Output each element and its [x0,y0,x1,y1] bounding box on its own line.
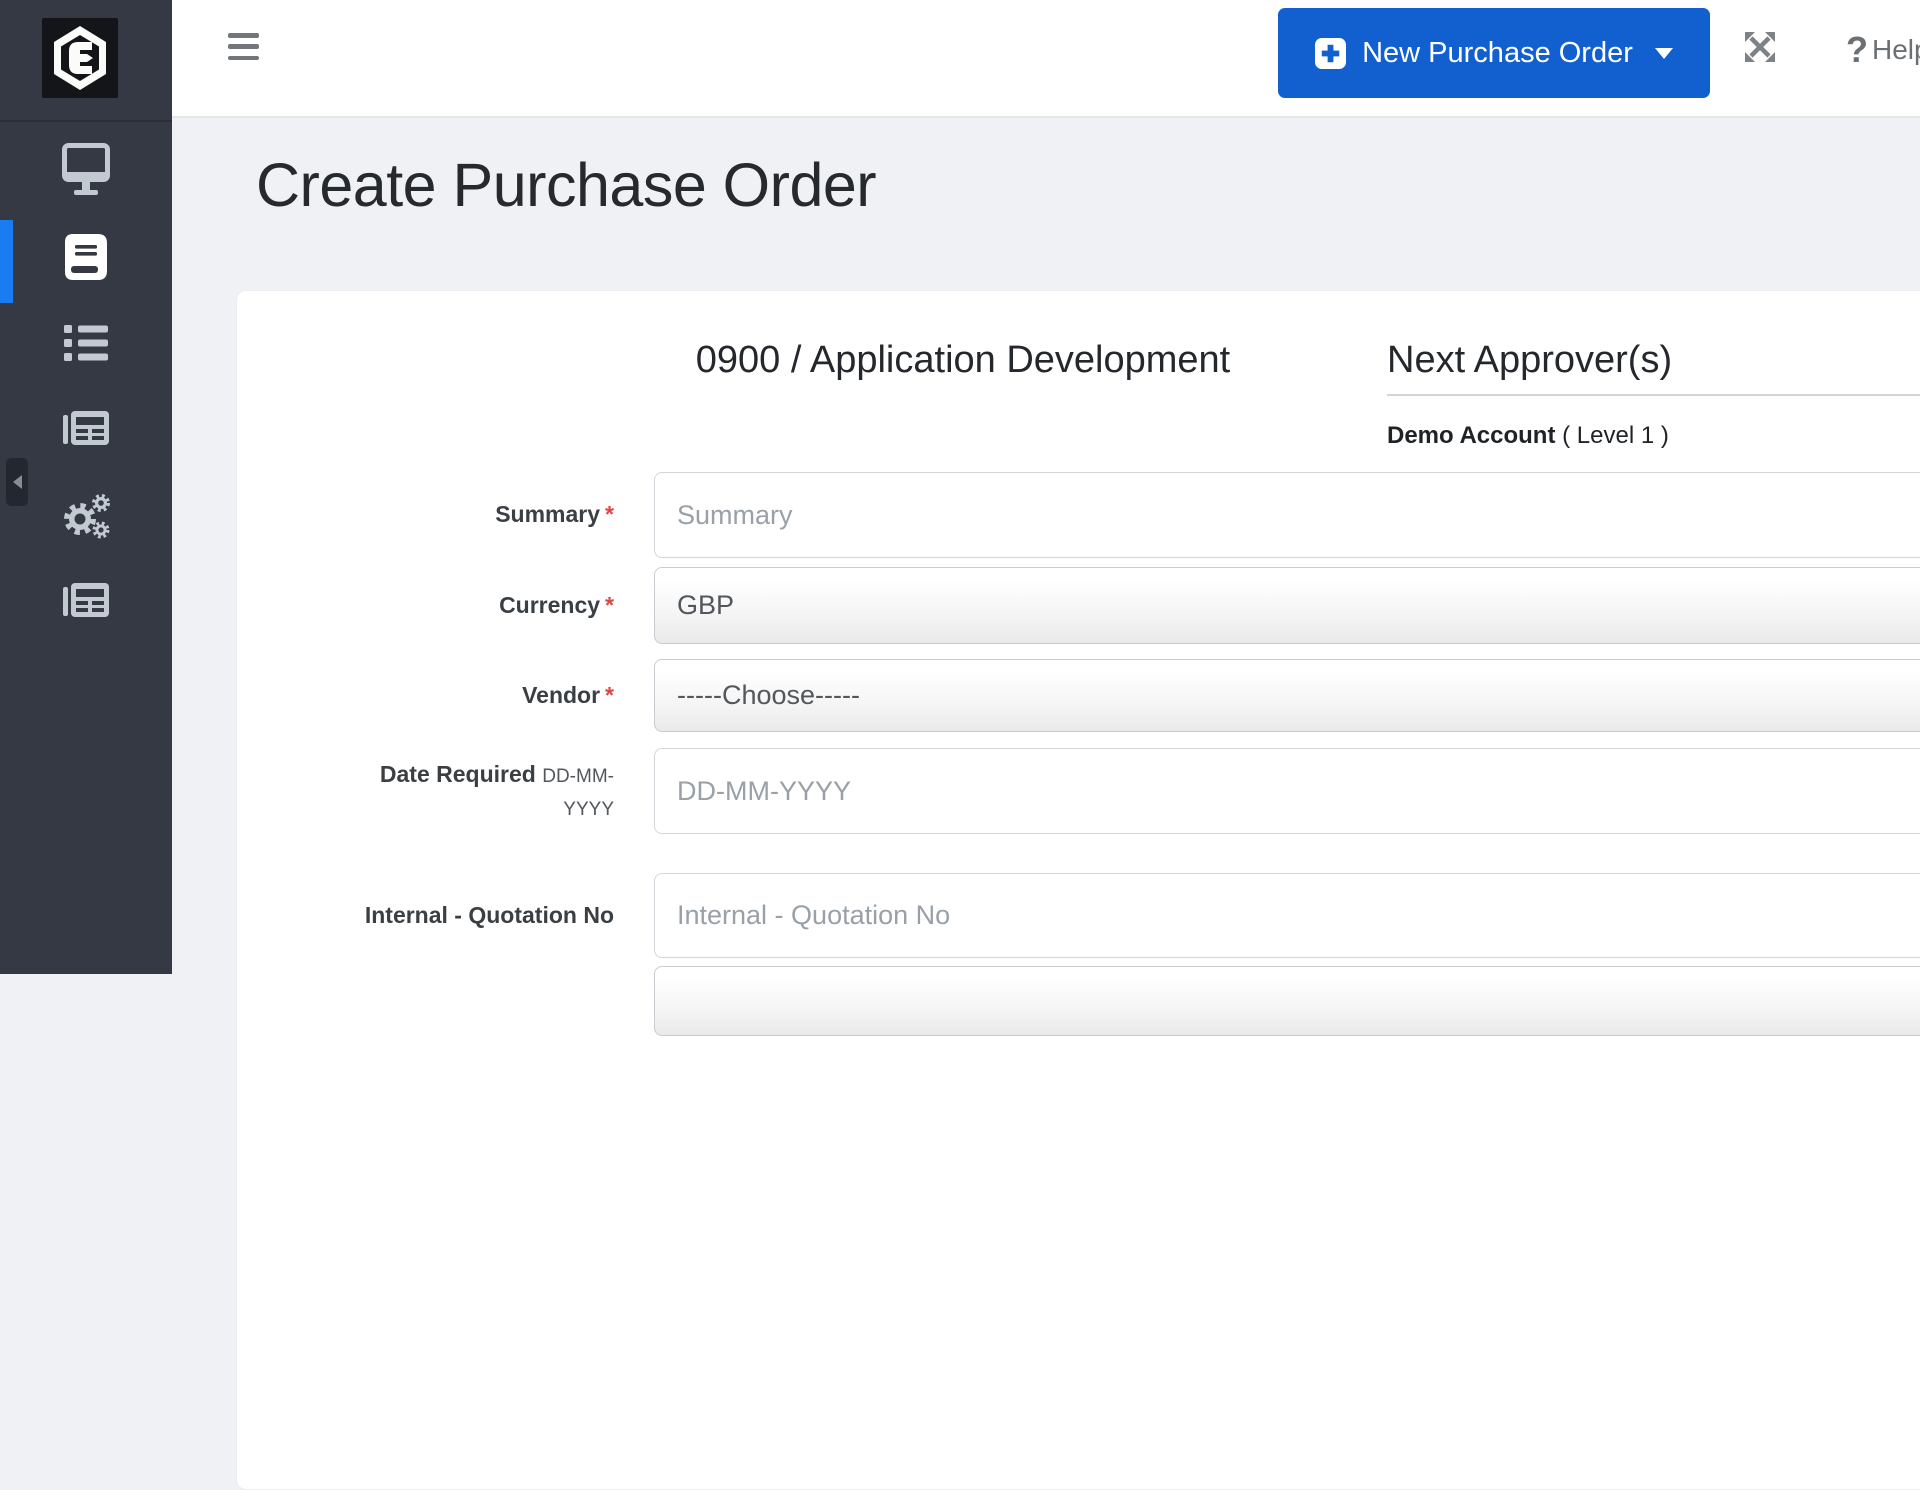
topbar: New Purchase Order ? Help [172,0,1920,118]
vendor-select[interactable]: -----Choose----- [654,659,1920,732]
summary-label: Summary * [495,501,614,528]
help-button[interactable]: ? Help [1846,26,1920,74]
sidebar-collapse-handle[interactable] [6,458,28,506]
page-title: Create Purchase Order [256,151,877,219]
approver-name: Demo Account [1387,422,1556,449]
partial-select[interactable] [654,966,1920,1036]
currency-select[interactable]: GBP [654,567,1920,644]
hamburger-icon [228,33,259,38]
form-row-internal-quotation: Internal - Quotation No [237,873,1920,958]
approver-line: Demo Account ( Level 1 ) [1387,422,1920,450]
newspaper-icon [63,582,109,624]
menu-toggle-button[interactable] [228,33,259,60]
form-row-vendor: Vendor * -----Choose----- [237,659,1920,732]
date-format-hint: DD-MM-YYYY [542,765,614,820]
sidebar-item-records[interactable] [0,399,172,463]
approver-level: ( Level 1 ) [1562,422,1669,449]
next-approvers-panel: Next Approver(s) Demo Account ( Level 1 … [1387,339,1920,450]
cogs-icon [60,492,112,547]
fullscreen-button[interactable] [1742,30,1778,66]
plus-square-icon [1315,37,1347,69]
caret-down-icon [1654,47,1673,59]
date-required-input[interactable] [654,748,1920,834]
help-label: Help [1872,34,1920,65]
approvers-divider [1387,394,1920,396]
sidebar-divider [0,120,172,122]
vendor-value: -----Choose----- [677,680,860,710]
department-header: 0900 / Application Development [695,339,1231,381]
desktop-icon [62,142,110,204]
form-row-summary: Summary * [237,472,1920,558]
new-purchase-order-label: New Purchase Order [1362,36,1633,69]
purchase-order-form: Summary* Currency* GBP Vendor* -----Choo… [237,472,1920,1036]
sidebar-item-purchase-orders[interactable] [0,227,172,291]
sidebar-item-reports[interactable] [0,571,172,635]
vendor-label: Vendor * [522,681,614,708]
currency-label: Currency * [499,591,614,618]
expand-arrows-icon [1743,32,1777,67]
required-marker: * [605,681,614,708]
hexagon-c-logo-icon [42,18,118,102]
left-triangle-icon [12,475,22,489]
form-row-currency: Currency * GBP [237,567,1920,644]
sidebar-item-dashboard[interactable] [0,141,172,205]
list-icon [64,324,108,366]
currency-value: GBP [677,590,735,620]
app-logo[interactable] [42,18,118,98]
new-purchase-order-button[interactable]: New Purchase Order [1278,8,1710,98]
newspaper-icon [63,410,109,452]
form-row-partial [237,966,1920,1036]
required-marker: * [605,591,614,618]
book-icon [65,233,107,285]
next-approvers-title: Next Approver(s) [1387,339,1673,381]
purchase-order-card: 0900 / Application Development Next Appr… [236,290,1920,1490]
date-required-label: Date Required DD-MM-YYYY [379,760,614,820]
form-row-date-required: Date Required DD-MM-YYYY [237,748,1920,834]
question-mark-icon: ? [1846,29,1868,70]
internal-quotation-input[interactable] [654,873,1920,958]
sidebar-item-list[interactable] [0,313,172,377]
summary-input[interactable] [654,472,1920,558]
internal-quotation-label: Internal - Quotation No [364,901,614,928]
required-marker: * [605,501,614,528]
